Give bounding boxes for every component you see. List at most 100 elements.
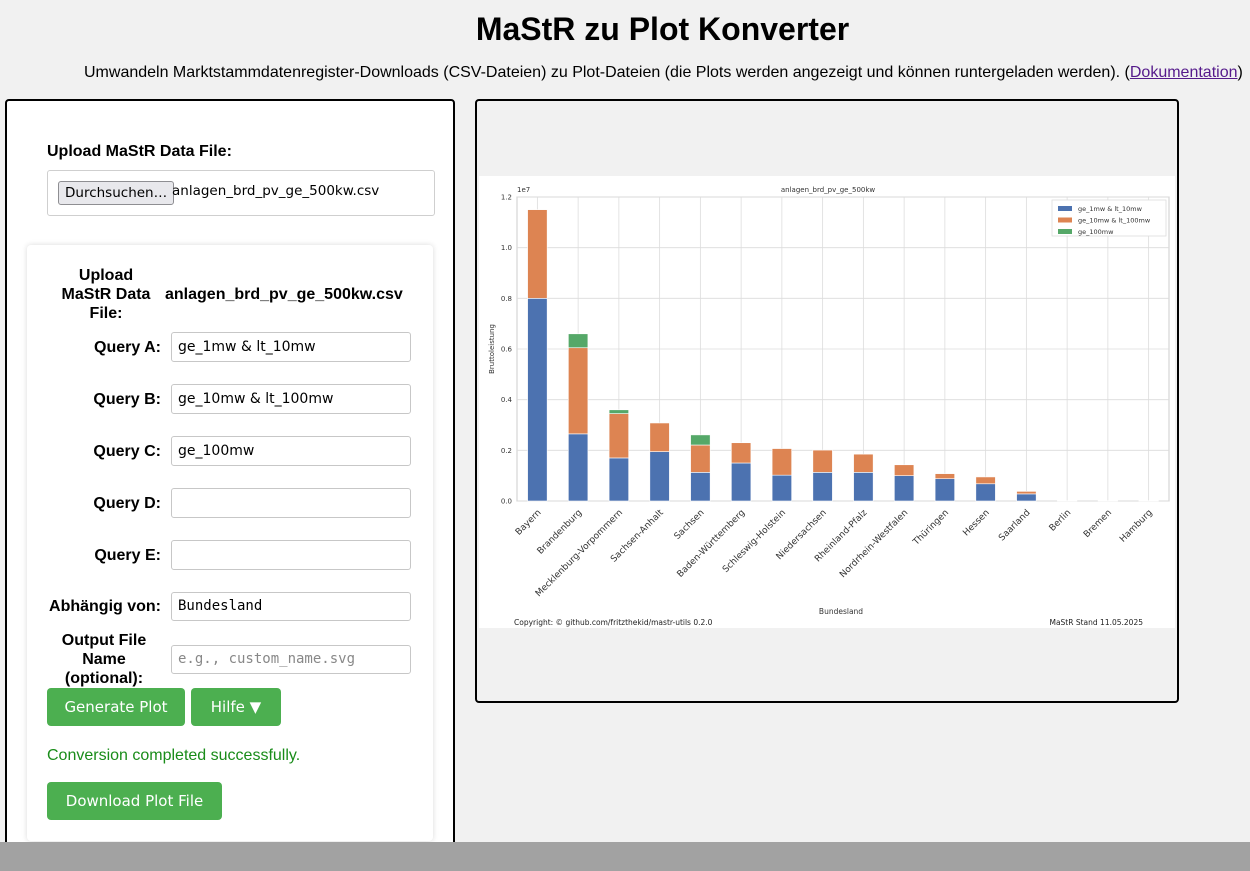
bar-segment (771, 474, 792, 502)
page-title: MaStR zu Plot Konverter (475, 11, 850, 47)
page-subtitle: Umwandeln Marktstammdatenregister-Downlo… (84, 64, 1243, 82)
bottom-bar (0, 842, 1250, 871)
legend-swatch (1058, 217, 1072, 223)
output-name-label-line: (optional): (64, 670, 144, 687)
selected-file-name: anlagen_brd_pv_ge_500kw.csv (172, 183, 380, 199)
y-tick-label: 1.0 (501, 244, 512, 252)
help-toggle-button[interactable]: Hilfe ▼ (191, 688, 281, 726)
query-a-label: Query A: (94, 339, 161, 356)
x-tick-label: Hamburg (1118, 508, 1155, 545)
upload-label: Upload MaStR Data File: (47, 143, 232, 160)
bar-segment (568, 333, 589, 349)
bar-segment (568, 347, 589, 435)
y-axis-label: Bruttoleistung (488, 324, 496, 374)
plot-preview-panel: 0.0 0.2 0.4 0.6 0.8 1.0 1.2 1e7 anlagen_brd_pv_g… (475, 99, 1179, 703)
bar-segment (894, 475, 915, 502)
data-stand-footer: MaStR Stand 11.05.2025 (1049, 618, 1143, 627)
bar-segment (527, 209, 548, 299)
status-message: Conversion completed successfully. (47, 747, 301, 764)
uploaded-file-label-line: Upload (78, 267, 134, 284)
bar-segment (649, 422, 670, 452)
uploaded-file-label: Upload MaStR Data File: (57, 266, 155, 323)
generate-plot-button[interactable]: Generate Plot (47, 688, 185, 726)
y-offset-label: 1e7 (517, 186, 530, 194)
bar-segment (934, 473, 955, 480)
legend-swatch (1058, 229, 1072, 234)
bar-segment (649, 451, 670, 502)
bar-chart: 0.0 0.2 0.4 0.6 0.8 1.0 1.2 1e7 anlagen_brd_pv_g… (488, 186, 1170, 627)
download-plot-button[interactable]: Download Plot File (47, 782, 222, 820)
legend-entry: ge_1mw & lt_10mw (1078, 205, 1143, 213)
bar-segment (690, 434, 711, 446)
x-axis-label: Bundesland (819, 607, 863, 616)
bar-segment (771, 448, 792, 476)
x-tick-label: Mecklenburg-Vorpommern (534, 508, 625, 599)
conversion-form: Upload MaStR Data File: anlagen_brd_pv_g… (27, 245, 433, 841)
query-b-label: Query B: (93, 391, 161, 408)
bar-segment (608, 409, 629, 414)
query-d-input[interactable] (171, 488, 411, 518)
uploaded-file-label-line: MaStR Data (61, 286, 151, 303)
browse-button[interactable]: Durchsuchen… (58, 181, 175, 205)
bar-segment (975, 483, 996, 502)
query-e-label: Query E: (94, 547, 161, 564)
depends-on-input[interactable]: Bundesland (171, 592, 411, 621)
bar-segment (853, 472, 874, 502)
plot-image: 0.0 0.2 0.4 0.6 0.8 1.0 1.2 1e7 anlagen_brd_pv_g… (479, 176, 1175, 628)
query-c-label: Query C: (93, 443, 161, 460)
bar-segment (853, 453, 874, 473)
converter-panel: Upload MaStR Data File: Durchsuchen… anl… (5, 99, 455, 863)
bar-segment (608, 413, 629, 459)
query-c-input[interactable]: ge_100mw (171, 436, 411, 466)
file-input[interactable]: Durchsuchen… anlagen_brd_pv_ge_500kw.csv (47, 170, 435, 216)
output-name-input[interactable]: e.g., custom_name.svg (171, 645, 411, 674)
subtitle-suffix: ) (1237, 64, 1243, 81)
output-name-label-line: Output File (61, 632, 147, 649)
copyright-footer: Copyright: © github.com/fritzthekid/mast… (514, 618, 713, 627)
query-d-label: Query D: (93, 495, 161, 512)
legend-entry: ge_100mw (1078, 228, 1114, 236)
bar-segment (812, 449, 833, 473)
bar-segment (1016, 491, 1037, 495)
x-tick-label: Bremen (1082, 508, 1114, 540)
depends-on-label: Abhängig von: (49, 598, 161, 615)
legend-entry: ge_10mw & lt_100mw (1078, 217, 1151, 225)
bar-segment (1016, 493, 1037, 502)
output-name-label-line: Name (82, 651, 126, 668)
x-tick-label: Berlin (1048, 508, 1074, 534)
bar-segment (568, 433, 589, 502)
x-tick-label: Sachsen (673, 508, 707, 542)
bar-segment (934, 478, 955, 502)
y-tick-label: 0.6 (501, 346, 513, 354)
subtitle-text: Umwandeln Marktstammdatenregister-Downlo… (84, 64, 1130, 81)
legend-swatch (1058, 206, 1072, 211)
y-tick-label: 0.0 (501, 498, 512, 506)
y-tick-label: 1.2 (501, 194, 512, 202)
bar-segment (894, 464, 915, 476)
bar-segment (527, 298, 548, 502)
x-tick-label: Baden-Württemberg (676, 508, 748, 580)
x-tick-label: Thüringen (911, 508, 951, 548)
x-tick-label: Saarland (997, 508, 1032, 543)
chart-title: anlagen_brd_pv_ge_500kw (781, 186, 876, 194)
query-a-input[interactable]: ge_1mw & lt_10mw (171, 332, 411, 362)
bar-segment (608, 457, 629, 502)
y-tick-label: 0.8 (501, 295, 512, 303)
documentation-link[interactable]: Dokumentation (1130, 64, 1238, 81)
bar-segment (731, 462, 752, 502)
bar-segment (690, 472, 711, 502)
bar-segment (975, 476, 996, 485)
x-tick-label: Hessen (961, 508, 991, 538)
bar-segment (812, 472, 833, 502)
x-tick-label: Nordrhein-Westfalen (838, 508, 910, 580)
uploaded-file-label-line: File: (89, 305, 123, 322)
query-e-input[interactable] (171, 540, 411, 570)
bar-segment (690, 444, 711, 473)
query-b-input[interactable]: ge_10mw & lt_100mw (171, 384, 411, 414)
bar-segment (731, 442, 752, 464)
x-tick-label: Bayern (514, 508, 544, 538)
y-tick-label: 0.4 (501, 396, 513, 404)
y-tick-label: 0.2 (501, 447, 512, 455)
output-name-label: Output File Name (optional): (47, 631, 161, 688)
uploaded-file-value: anlagen_brd_pv_ge_500kw.csv (165, 286, 403, 303)
